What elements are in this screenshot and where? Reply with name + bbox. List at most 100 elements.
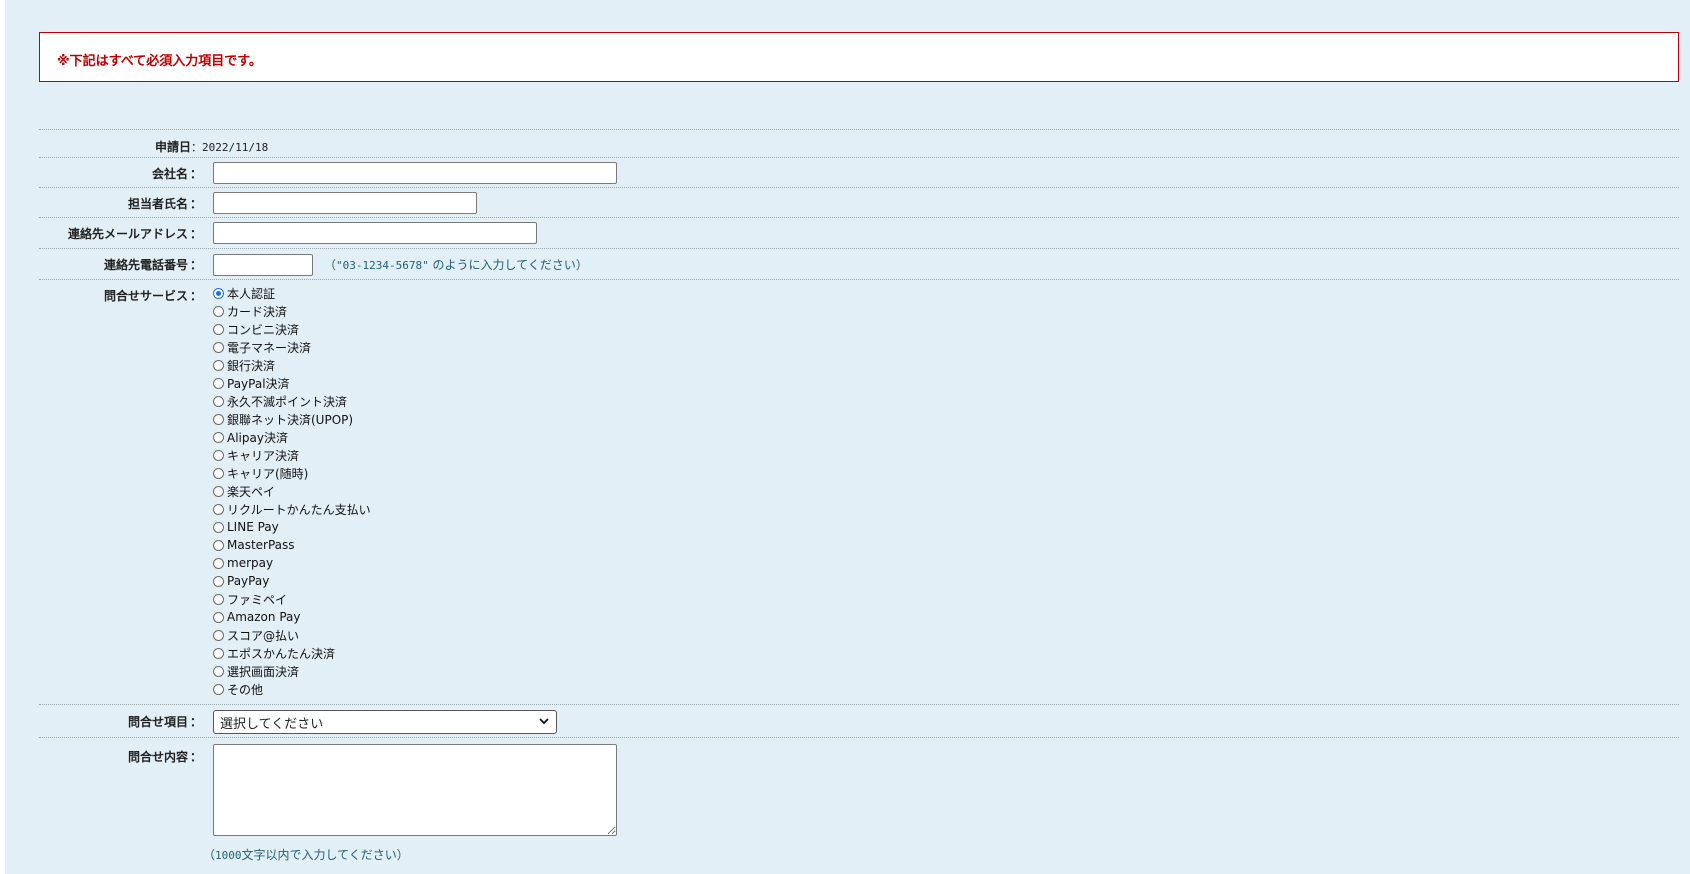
- service-option-label: PayPay: [227, 574, 270, 588]
- service-option[interactable]: 本人認証: [213, 284, 371, 302]
- radio-button[interactable]: [213, 539, 224, 551]
- radio-button[interactable]: [213, 467, 224, 479]
- radio-button[interactable]: [213, 305, 224, 317]
- service-option-label: Alipay決済: [227, 430, 288, 445]
- service-option[interactable]: エポスかんたん決済: [213, 644, 371, 662]
- service-option-label: 電子マネー決済: [227, 340, 312, 355]
- company-input[interactable]: [213, 162, 617, 184]
- service-option[interactable]: PayPal決済: [213, 374, 371, 392]
- radio-button[interactable]: [213, 575, 224, 587]
- service-option-label: 銀聯ネット決済(UPOP): [227, 412, 354, 427]
- label-category: 問合せ項目：: [127, 715, 202, 729]
- service-option[interactable]: 電子マネー決済: [213, 338, 371, 356]
- radio-button[interactable]: [213, 449, 224, 461]
- person-input[interactable]: [213, 192, 477, 214]
- label-service: 問合せサービス：: [103, 289, 202, 303]
- service-option-label: キャリア決済: [227, 448, 300, 463]
- label-company: 会社名：: [151, 167, 202, 181]
- service-option[interactable]: キャリア(随時): [213, 464, 371, 482]
- page: ※下記はすべて必須入力項目です。 申請日 ：2022/11/18 会社名： 担当…: [5, 0, 1690, 874]
- category-select[interactable]: 選択してください: [213, 710, 557, 734]
- label-email: 連絡先メールアドレス：: [67, 227, 202, 241]
- category-select-value: 選択してください: [220, 715, 324, 731]
- radio-button[interactable]: [213, 611, 224, 623]
- row-company: 会社名：: [39, 157, 1679, 187]
- service-option[interactable]: キャリア決済: [213, 446, 371, 464]
- service-radio-group: 本人認証カード決済コンビニ決済 電子マネー決済 銀行決済 PayPal決済永久不滅ポイ…: [213, 284, 371, 698]
- service-option[interactable]: コンビニ決済: [213, 320, 371, 338]
- radio-button[interactable]: [213, 503, 224, 515]
- row-person: 担当者氏名：: [39, 187, 1679, 217]
- radio-button[interactable]: [213, 287, 224, 299]
- radio-button[interactable]: [213, 557, 224, 569]
- service-option-label: merpay: [227, 556, 274, 570]
- service-option[interactable]: LINE Pay: [213, 518, 371, 536]
- inquiry-form: 申請日 ：2022/11/18 会社名： 担当者氏名： 連絡先メールアドレス： …: [39, 129, 1679, 869]
- row-email: 連絡先メールアドレス：: [39, 217, 1679, 248]
- service-option-label: 本人認証: [227, 286, 276, 301]
- radio-button[interactable]: [213, 665, 224, 677]
- service-option[interactable]: その他: [213, 680, 371, 698]
- email-input[interactable]: [213, 222, 537, 244]
- radio-button[interactable]: [213, 341, 224, 353]
- service-option[interactable]: スコア@払い: [213, 626, 371, 644]
- service-option[interactable]: merpay: [213, 554, 371, 572]
- radio-button[interactable]: [213, 485, 224, 497]
- service-option[interactable]: カード決済: [213, 302, 371, 320]
- content-textarea[interactable]: [213, 744, 617, 836]
- radio-button[interactable]: [213, 359, 224, 371]
- phone-input[interactable]: [213, 254, 313, 276]
- row-content: 問合せ内容： （1000文字以内で入力してください）: [39, 737, 1679, 869]
- service-option-label: その他: [227, 682, 264, 697]
- service-option-label: PayPal決済: [227, 376, 290, 391]
- label-phone: 連絡先電話番号：: [103, 258, 202, 272]
- row-service: 問合せサービス： 本人認証カード決済コンビニ決済 電子マネー決済 銀行決済 PayPa…: [39, 279, 1679, 704]
- radio-button[interactable]: [213, 647, 224, 659]
- service-option-label: スコア@払い: [227, 628, 300, 643]
- service-option[interactable]: Alipay決済: [213, 428, 371, 446]
- service-option-label: 選択画面決済: [227, 664, 300, 679]
- radio-button[interactable]: [213, 413, 224, 425]
- service-option[interactable]: Amazon Pay: [213, 608, 371, 626]
- content-hint: （1000文字以内で入力してください）: [203, 848, 409, 862]
- service-option-label: MasterPass: [227, 538, 295, 552]
- service-option-label: キャリア(随時): [227, 466, 309, 481]
- service-option-label: ファミペイ: [227, 592, 288, 607]
- service-option-label: カード決済: [227, 304, 288, 319]
- chevron-down-icon: [539, 718, 549, 725]
- row-date: 申請日 ：2022/11/18: [39, 129, 1679, 157]
- phone-hint: （"03-1234-5678" のように入力してください）: [324, 258, 588, 272]
- row-category: 問合せ項目： 選択してください: [39, 704, 1679, 737]
- radio-button[interactable]: [213, 629, 224, 641]
- service-option[interactable]: 永久不滅ポイント決済: [213, 392, 371, 410]
- service-option-label: 永久不滅ポイント決済: [227, 394, 348, 409]
- service-option-label: リクルートかんたん支払い: [227, 502, 371, 517]
- radio-button[interactable]: [213, 323, 224, 335]
- radio-button[interactable]: [213, 377, 224, 389]
- date-value: ：2022/11/18: [191, 141, 269, 154]
- service-option-label: LINE Pay: [227, 520, 279, 534]
- label-person: 担当者氏名：: [127, 197, 202, 211]
- service-option-label: 銀行決済: [227, 358, 276, 373]
- radio-button[interactable]: [213, 593, 224, 605]
- service-option-label: 楽天ペイ: [227, 484, 276, 499]
- service-option-label: エポスかんたん決済: [227, 646, 336, 661]
- service-option[interactable]: MasterPass: [213, 536, 371, 554]
- required-notice-text: ※下記はすべて必須入力項目です。: [57, 54, 262, 69]
- service-option-label: Amazon Pay: [227, 610, 301, 624]
- service-option[interactable]: リクルートかんたん支払い: [213, 500, 371, 518]
- service-option[interactable]: 楽天ペイ: [213, 482, 371, 500]
- service-option-label: コンビニ決済: [227, 322, 300, 337]
- service-option[interactable]: 銀聯ネット決済(UPOP): [213, 410, 371, 428]
- radio-button[interactable]: [213, 683, 224, 695]
- service-option[interactable]: PayPay: [213, 572, 371, 590]
- radio-button[interactable]: [213, 521, 224, 533]
- radio-button[interactable]: [213, 395, 224, 407]
- service-option[interactable]: 銀行決済: [213, 356, 371, 374]
- required-notice: ※下記はすべて必須入力項目です。: [39, 32, 1679, 82]
- radio-button[interactable]: [213, 431, 224, 443]
- service-option[interactable]: ファミペイ: [213, 590, 371, 608]
- service-option[interactable]: 選択画面決済: [213, 662, 371, 680]
- label-date: 申請日: [154, 140, 191, 154]
- row-phone: 連絡先電話番号： （"03-1234-5678" のように入力してください）: [39, 248, 1679, 279]
